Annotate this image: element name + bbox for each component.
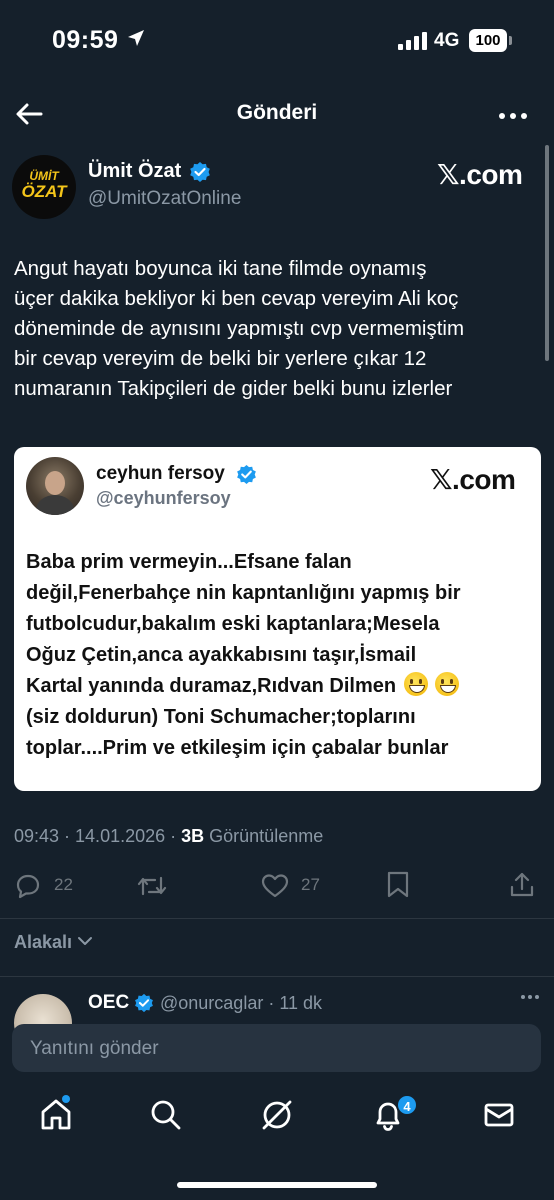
views-count: 3B [181, 826, 205, 846]
quoted-post-image[interactable]: ceyhun fersoy @ceyhunfersoy 𝕏.com Baba p… [14, 447, 541, 791]
divider [0, 918, 554, 919]
post-text: Angut hayatı boyunca iki tane filmde oyn… [14, 257, 465, 400]
reply-author-name[interactable]: OEC [88, 992, 129, 1014]
reply-count: 22 [54, 875, 73, 894]
author-name[interactable]: Ümit Özat [88, 160, 181, 183]
reply-verified-badge-icon [135, 993, 153, 1013]
author-handle[interactable]: @UmitOzatOnline [88, 188, 241, 210]
chevron-down-icon [78, 937, 93, 945]
grinning-face-emoji-icon [403, 672, 428, 696]
source-watermark: 𝕏.com [437, 159, 523, 190]
scrollbar[interactable] [545, 145, 549, 361]
cellular-signal-icon [398, 32, 427, 50]
heart-icon [261, 874, 289, 898]
reply-composer-placeholder: Yanıtını gönder [30, 1038, 159, 1059]
messages-mail-icon[interactable] [481, 1097, 517, 1133]
reply-more-options-icon[interactable] [520, 994, 540, 1000]
share-icon [510, 872, 534, 897]
location-arrow-icon [128, 30, 144, 46]
page-title: Gönderi [236, 101, 318, 124]
bookmark-icon [387, 871, 409, 898]
verified-badge-icon [190, 162, 210, 182]
post-timestamp[interactable]: 09:43 · 14.01.2026 · [14, 826, 181, 846]
home-indicator[interactable] [177, 1182, 377, 1188]
repost-icon [137, 876, 167, 896]
post-header: Gönderi [0, 90, 554, 138]
related-label: Alakalı [14, 932, 73, 952]
quoted-author-handle: @ceyhunfersoy [96, 488, 231, 508]
divider [0, 976, 554, 977]
more-options-icon[interactable] [498, 112, 528, 120]
status-time: 09:59 [52, 26, 119, 54]
quoted-verified-badge-icon [237, 464, 256, 485]
quoted-post-text: Baba prim vermeyin...Efsane falan değil,… [26, 551, 461, 759]
post-actions: 22 27 [0, 866, 554, 906]
author-avatar[interactable]: ÜMİT ÖZAT [12, 155, 76, 219]
views-label: Görüntülenme [209, 826, 324, 846]
notifications-badge: 4 [396, 1094, 418, 1116]
like-count: 27 [301, 875, 320, 894]
post-meta: 09:43 · 14.01.2026 · 3B Görüntülenme [14, 826, 323, 847]
battery-cap [509, 36, 512, 45]
quoted-author-avatar [26, 457, 84, 515]
grinning-face-emoji-icon [435, 672, 460, 696]
home-unread-dot [62, 1095, 70, 1103]
search-icon[interactable] [148, 1097, 184, 1133]
related-sort-toggle[interactable]: Alakalı [14, 932, 93, 953]
status-bar: 09:59 4G 100 [0, 0, 554, 80]
reply-author-handle[interactable]: @onurcaglar · 11 dk [160, 993, 322, 1014]
grok-icon[interactable] [259, 1097, 295, 1133]
home-icon[interactable] [38, 1097, 74, 1133]
battery-level: 100 [469, 29, 507, 52]
quoted-author-name: ceyhun fersoy [96, 463, 225, 484]
quoted-source-watermark: 𝕏.com [430, 464, 516, 495]
reply-icon [16, 874, 40, 899]
reply-composer-input[interactable]: Yanıtını gönder [12, 1024, 541, 1072]
network-type: 4G [434, 30, 460, 51]
